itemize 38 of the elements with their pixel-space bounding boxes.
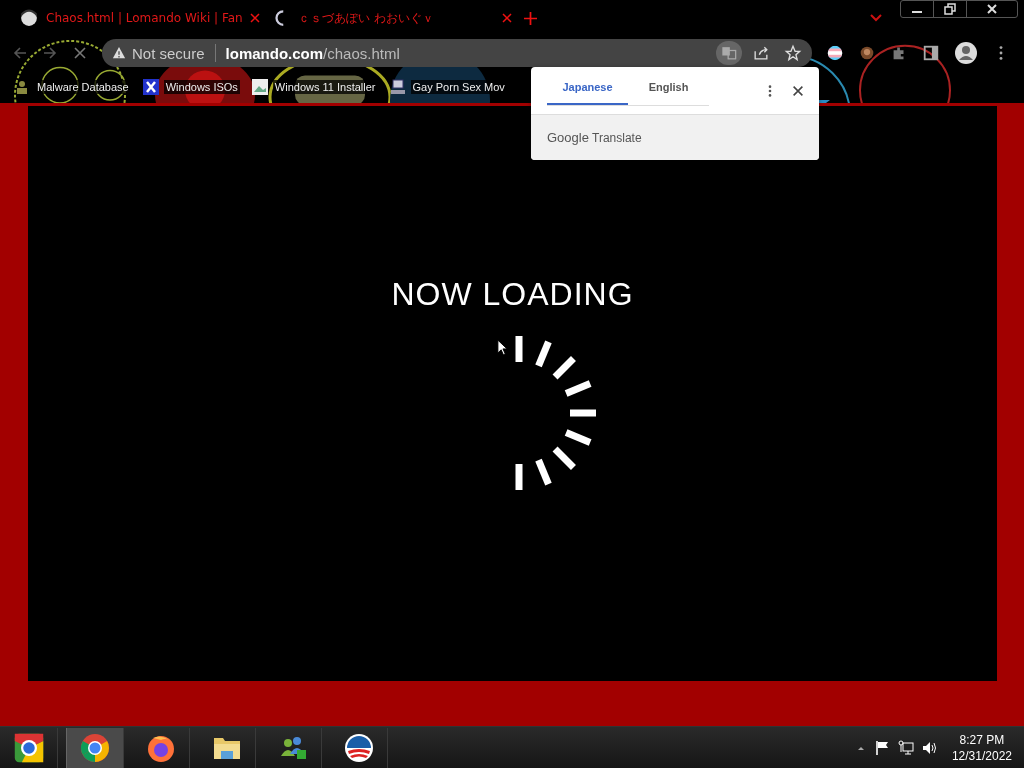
warning-icon	[112, 46, 126, 60]
flag-icon[interactable]	[826, 44, 844, 62]
url-text: lomando.com/chaos.html	[225, 44, 400, 62]
language-tab[interactable]: Japanese	[547, 73, 628, 105]
window-controls[interactable]	[900, 0, 1018, 18]
clock[interactable]: 8:27 PM 12/31/2022	[951, 732, 1012, 763]
x-icon	[142, 78, 159, 95]
new-tab-icon[interactable]	[524, 11, 537, 25]
chrome-icon	[12, 731, 45, 764]
stop-icon[interactable]	[72, 45, 88, 61]
close-icon[interactable]	[791, 83, 805, 98]
cursor-icon	[497, 339, 508, 356]
chrome-icon	[79, 731, 111, 764]
forward-icon[interactable]	[42, 45, 58, 61]
language-tab[interactable]: English	[628, 73, 709, 105]
avatar-icon[interactable]	[858, 44, 876, 62]
clock-date: 12/31/2022	[951, 748, 1012, 763]
address-bar[interactable]: Not secure lomando.com/chaos.html	[102, 39, 812, 67]
browser-tab[interactable]: ｃｓづあぽい わおいぐｖ	[266, 3, 518, 33]
side-panel-icon[interactable]	[922, 44, 940, 62]
clock-time: 8:27 PM	[959, 732, 1005, 747]
computer-icon	[389, 78, 406, 95]
profile-icon[interactable]	[954, 41, 978, 65]
tab-title: Chaos.html | Lomando Wiki | Fan	[46, 11, 242, 25]
security-label[interactable]: Not secure	[132, 44, 205, 62]
chevron-icon[interactable]	[870, 14, 882, 22]
browser-tab[interactable]: Chaos.html | Lomando Wiki | Fan	[14, 3, 266, 33]
image-icon	[251, 78, 268, 95]
logo-icon	[342, 731, 375, 764]
network-icon[interactable]	[897, 739, 914, 756]
person-icon	[14, 78, 30, 95]
flag-icon[interactable]	[873, 739, 890, 756]
loading-heading: NOW LOADING	[391, 276, 634, 313]
back-icon[interactable]	[12, 45, 28, 61]
translate-icon[interactable]	[716, 41, 742, 65]
translate-brand: Google Translate	[531, 115, 819, 160]
tab-title: ｃｓづあぽい わおいぐｖ	[298, 9, 435, 27]
taskbar-app[interactable]	[66, 727, 124, 768]
